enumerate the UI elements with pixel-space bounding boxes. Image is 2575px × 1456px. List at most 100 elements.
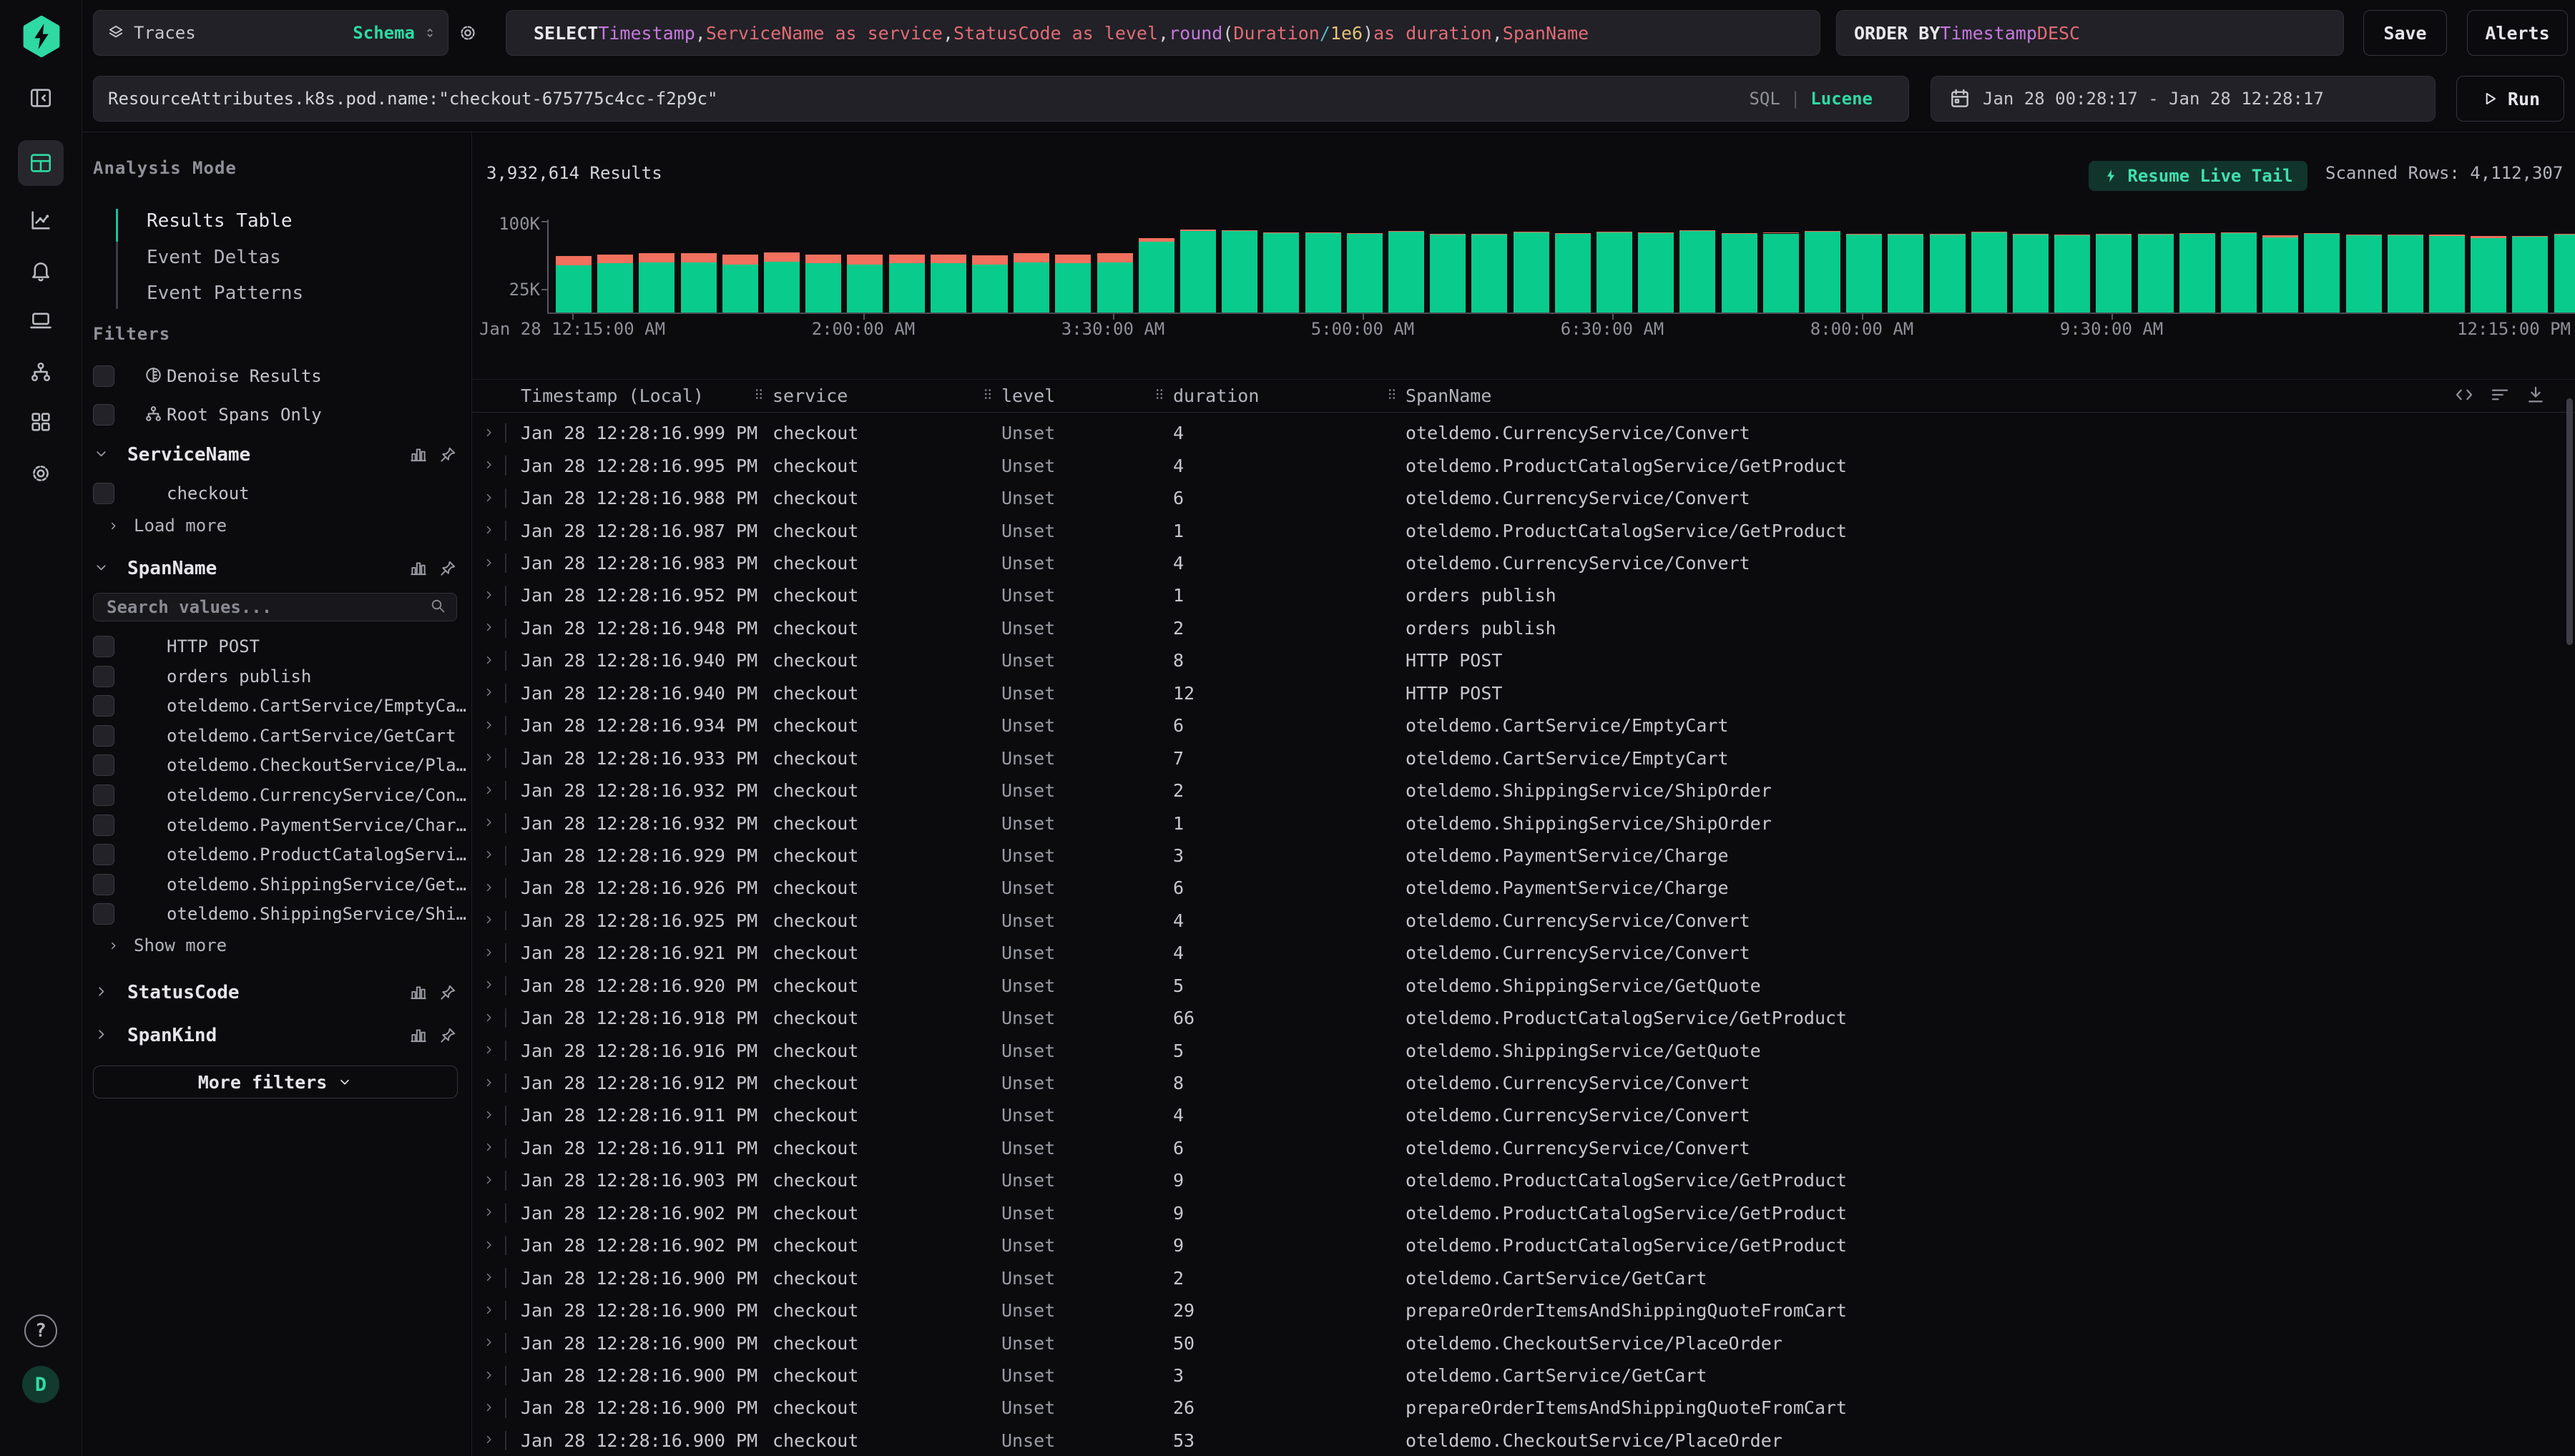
checkbox[interactable] — [93, 874, 114, 895]
app-logo[interactable] — [21, 16, 62, 57]
table-row[interactable]: Jan 28 12:28:16.920 PM checkout Unset 5 … — [472, 970, 2575, 1002]
table-row[interactable]: Jan 28 12:28:16.900 PM checkout Unset 26… — [472, 1392, 2575, 1424]
avatar[interactable]: D — [22, 1366, 59, 1403]
language-toggle[interactable]: SQL | Lucene — [1749, 89, 1873, 109]
drag-handle-icon[interactable] — [1384, 386, 1400, 402]
row-expand-chevron[interactable] — [482, 813, 496, 834]
drag-handle-icon[interactable] — [1152, 386, 1167, 402]
filter-group-StatusCode[interactable]: StatusCode — [93, 978, 457, 1008]
filter-group-SpanName[interactable]: SpanName — [93, 554, 457, 584]
mode-results-table[interactable]: Results Table — [147, 206, 293, 236]
table-row[interactable]: Jan 28 12:28:16.987 PM checkout Unset 1 … — [472, 514, 2575, 546]
row-expand-chevron[interactable] — [482, 780, 496, 801]
row-expand-chevron[interactable] — [482, 553, 496, 574]
checkbox[interactable] — [93, 903, 114, 925]
rail-item-service-map[interactable] — [18, 349, 64, 395]
row-expand-chevron[interactable] — [482, 943, 496, 963]
checkbox[interactable] — [93, 666, 114, 687]
checkbox[interactable] — [93, 844, 114, 865]
table-row[interactable]: Jan 28 12:28:16.900 PM checkout Unset 2 … — [472, 1261, 2575, 1294]
table-row[interactable]: Jan 28 12:28:16.934 PM checkout Unset 6 … — [472, 709, 2575, 742]
chart-bars-icon[interactable] — [409, 446, 428, 464]
checkbox[interactable] — [93, 754, 114, 776]
drag-handle-icon[interactable] — [980, 386, 996, 402]
table-row[interactable]: Jan 28 12:28:16.900 PM checkout Unset 53… — [472, 1425, 2575, 1456]
row-expand-chevron[interactable] — [482, 1041, 496, 1061]
table-row[interactable]: Jan 28 12:28:16.911 PM checkout Unset 6 … — [472, 1132, 2575, 1164]
pin-icon[interactable] — [438, 983, 457, 1002]
histogram-chart[interactable]: 100K 25K Jan 28 12:15:00 AM2:00:00 AM3:3… — [472, 132, 2575, 347]
run-button[interactable]: Run — [2456, 76, 2564, 122]
column-header-level[interactable]: level — [1001, 385, 1173, 406]
row-expand-chevron[interactable] — [482, 650, 496, 671]
table-row[interactable]: Jan 28 12:28:16.932 PM checkout Unset 1 … — [472, 807, 2575, 839]
checkbox[interactable] — [93, 636, 114, 657]
row-expand-chevron[interactable] — [482, 1300, 496, 1321]
table-row[interactable]: Jan 28 12:28:16.932 PM checkout Unset 2 … — [472, 774, 2575, 807]
table-row[interactable]: Jan 28 12:28:16.916 PM checkout Unset 5 … — [472, 1034, 2575, 1066]
table-row[interactable]: Jan 28 12:28:16.918 PM checkout Unset 66… — [472, 1002, 2575, 1034]
row-expand-chevron[interactable] — [482, 521, 496, 541]
rail-item-chart-explorer[interactable] — [18, 197, 64, 243]
lang-sql-option[interactable]: SQL — [1749, 89, 1780, 109]
table-row[interactable]: Jan 28 12:28:16.940 PM checkout Unset 12… — [472, 677, 2575, 709]
sql-select-input[interactable]: SELECT Timestamp, ServiceName as service… — [506, 10, 1820, 56]
table-row[interactable]: Jan 28 12:28:16.900 PM checkout Unset 3 … — [472, 1359, 2575, 1392]
row-expand-chevron[interactable] — [482, 423, 496, 443]
query-settings-gear-icon[interactable] — [457, 22, 479, 44]
table-row[interactable]: Jan 28 12:28:16.902 PM checkout Unset 9 … — [472, 1197, 2575, 1229]
table-tool-download[interactable] — [2525, 384, 2546, 408]
row-expand-chevron[interactable] — [482, 1138, 496, 1159]
search-input[interactable]: ResourceAttributes.k8s.pod.name:"checkou… — [93, 76, 1909, 122]
row-expand-chevron[interactable] — [482, 975, 496, 996]
row-expand-chevron[interactable] — [482, 1170, 496, 1191]
show-more-link[interactable]: Show more — [107, 935, 227, 955]
row-expand-chevron[interactable] — [482, 683, 496, 704]
column-header-spanname[interactable]: SpanName — [1406, 385, 2575, 406]
row-expand-chevron[interactable] — [482, 877, 496, 898]
source-selector[interactable]: Traces Schema — [93, 10, 448, 56]
table-tool-row-lines[interactable] — [2489, 384, 2511, 408]
checkbox[interactable] — [93, 815, 114, 836]
scrollbar-thumb[interactable] — [2566, 398, 2573, 645]
rail-item-alerts[interactable] — [18, 247, 64, 293]
drag-handle-icon[interactable] — [751, 386, 767, 402]
row-expand-chevron[interactable] — [482, 1203, 496, 1224]
alerts-button[interactable]: Alerts — [2467, 10, 2568, 56]
row-expand-chevron[interactable] — [482, 748, 496, 769]
row-expand-chevron[interactable] — [482, 1430, 496, 1451]
rail-item-search-explorer[interactable] — [18, 140, 64, 186]
pin-icon[interactable] — [438, 559, 457, 578]
row-expand-chevron[interactable] — [482, 1268, 496, 1289]
checkbox[interactable] — [93, 695, 114, 717]
table-row[interactable]: Jan 28 12:28:16.929 PM checkout Unset 3 … — [472, 840, 2575, 872]
chart-bars-icon[interactable] — [409, 1026, 428, 1045]
chart-bars-icon[interactable] — [409, 559, 428, 578]
table-row[interactable]: Jan 28 12:28:16.911 PM checkout Unset 4 … — [472, 1099, 2575, 1131]
table-row[interactable]: Jan 28 12:28:16.900 PM checkout Unset 50… — [472, 1327, 2575, 1359]
checkbox[interactable] — [93, 483, 114, 504]
row-expand-chevron[interactable] — [482, 845, 496, 866]
rail-item-dashboards[interactable] — [18, 399, 64, 445]
checkbox[interactable] — [93, 725, 114, 747]
row-expand-chevron[interactable] — [482, 1365, 496, 1386]
chart-bars-icon[interactable] — [409, 983, 428, 1002]
table-row[interactable]: Jan 28 12:28:16.988 PM checkout Unset 6 … — [472, 482, 2575, 514]
row-expand-chevron[interactable] — [482, 715, 496, 736]
row-expand-chevron[interactable] — [482, 618, 496, 639]
row-expand-chevron[interactable] — [482, 1397, 496, 1418]
table-row[interactable]: Jan 28 12:28:16.925 PM checkout Unset 4 … — [472, 905, 2575, 937]
lang-lucene-option[interactable]: Lucene — [1810, 89, 1873, 109]
pin-icon[interactable] — [438, 1026, 457, 1045]
mode-event-deltas[interactable]: Event Deltas — [147, 242, 281, 272]
table-row[interactable]: Jan 28 12:28:16.952 PM checkout Unset 1 … — [472, 579, 2575, 611]
column-header-service[interactable]: service — [772, 385, 1001, 406]
checkbox[interactable] — [93, 784, 114, 806]
row-expand-chevron[interactable] — [482, 1105, 496, 1126]
table-row[interactable]: Jan 28 12:28:16.940 PM checkout Unset 8 … — [472, 644, 2575, 677]
table-row[interactable]: Jan 28 12:28:16.983 PM checkout Unset 4 … — [472, 547, 2575, 579]
rail-item-settings[interactable] — [18, 451, 64, 496]
rail-item-sessions[interactable] — [18, 297, 64, 343]
schema-mode-label[interactable]: Schema — [353, 23, 415, 43]
table-row[interactable]: Jan 28 12:28:16.900 PM checkout Unset 29… — [472, 1294, 2575, 1327]
